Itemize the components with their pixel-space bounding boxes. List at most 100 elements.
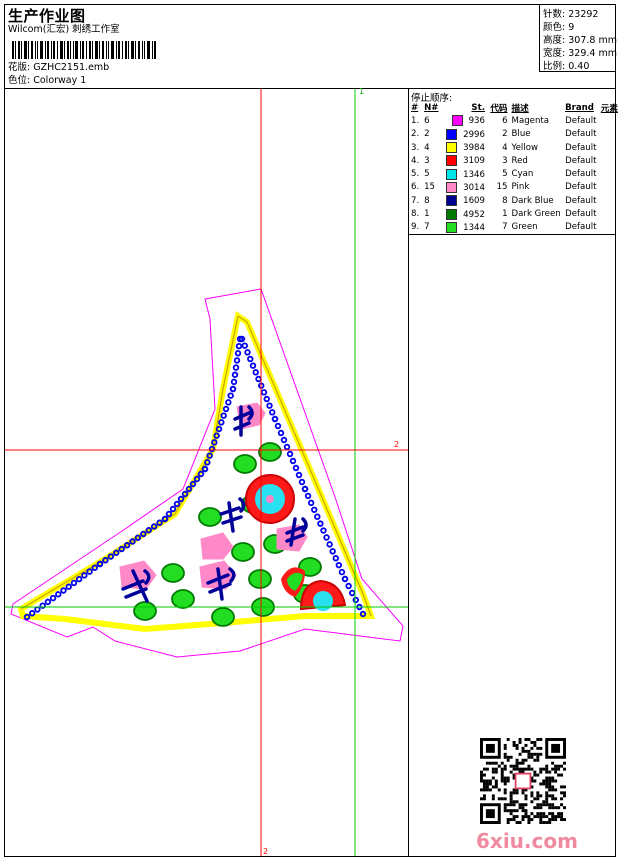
qr-module [521,767,525,771]
qr-module [503,776,507,780]
qr-module [530,812,534,816]
design-scale: 比例: 0.40 [543,61,590,72]
cell-no: 4 [422,141,444,154]
qr-module [503,764,507,768]
qr-module [524,738,528,741]
cell-value: 1344 [463,222,485,233]
cell-value: 4 [424,142,430,153]
qr-module [554,815,558,819]
legend-row: 5. 5 1346 5 Cyan Default [409,167,620,180]
qr-module [512,767,516,771]
qr-module [524,797,528,801]
qr-module [488,761,492,765]
cell-value: Default [565,209,597,220]
qr-module [548,818,552,822]
qr-module [545,797,549,801]
qr-module [554,818,558,822]
col-idx: # [411,102,419,113]
qr-module [545,803,549,807]
qr-module [524,767,528,771]
qr-module [503,767,507,771]
qr-module [494,782,498,786]
legend-row: 8. 1 4952 1 Dark Green Default [409,207,620,220]
qr-module [512,764,516,768]
legend-row: 6. 15 3014 15 Pink Default [409,181,620,194]
table-header-row: # N# St. 代码 描述 Brand 元素 [409,101,620,114]
legend-row: 9. 7 1344 7 Green Default [409,221,620,234]
cell-value: Cyan [511,169,534,180]
col-no: N# [424,102,439,113]
qr-module [491,767,495,771]
qr-module [545,782,549,786]
qr-module [548,806,552,810]
qr-module [545,791,549,795]
col-element: 元素 [600,103,618,114]
qr-module [494,770,498,774]
cell-brand: Default [563,128,599,141]
qr-module [542,812,546,816]
qr-module [509,791,513,795]
qr-module [482,788,486,792]
qr-module [515,758,519,762]
qr-module [527,767,531,771]
qr-module [539,818,543,822]
cell-no: 8 [422,194,444,207]
qr-module [554,770,558,774]
qr-module [509,755,513,759]
color-swatch [446,208,458,220]
cell-brand: Default [563,207,599,220]
cell-value: 3 [424,155,430,166]
qr-module [557,767,561,771]
qr-module [527,738,531,741]
qr-module [497,764,501,768]
qr-module [533,743,537,747]
qr-module [515,809,519,813]
legend-row: 4. 3 3109 3 Red Default [409,154,620,167]
legend-row: 7. 8 1609 8 Dark Blue Default [409,194,620,207]
qr-module [506,809,510,813]
qr-module [485,782,489,786]
qr-module [551,815,555,819]
cell-code: 3 [487,154,510,167]
col-brand: Brand [565,102,594,113]
qr-module [503,755,507,759]
qr-module [482,785,486,789]
qr-finder [551,743,561,753]
qr-module [521,758,525,762]
cell-code: 8 [487,194,510,207]
barcode-icon [12,41,156,59]
qr-module [527,752,531,756]
qr-module [560,785,564,789]
design-file-name: GZHC2151.emb [33,62,110,73]
qr-module [524,794,528,798]
cell-value: 1 [424,209,430,220]
qr-module [485,767,489,771]
qr-module [554,764,558,768]
cell-value: 5 [424,169,430,180]
qr-module [530,752,534,756]
qr-module [545,767,549,771]
qr-module [485,761,489,765]
legend-row: 3. 4 3984 4 Yellow Default [409,141,620,154]
cell-brand: Default [563,114,599,127]
qr-module [521,803,525,807]
cell-value: Red [511,155,528,166]
cell-element [599,207,620,220]
cell-desc: Dark Blue [510,194,564,207]
qr-module [536,758,540,762]
cell-element [599,154,620,167]
cell-value: Default [565,142,597,153]
cell-value: 1. [411,115,420,126]
qr-module [539,794,543,798]
qr-module [560,815,564,819]
qr-module [512,803,516,807]
cell-value: 3984 [463,143,485,154]
cell-element [599,167,620,180]
color-swatch [446,142,458,154]
qr-module [551,794,555,798]
qr-module [548,803,552,807]
qr-module [548,770,552,774]
qr-module [512,818,516,822]
qr-module [506,818,510,822]
qr-module [515,764,519,768]
